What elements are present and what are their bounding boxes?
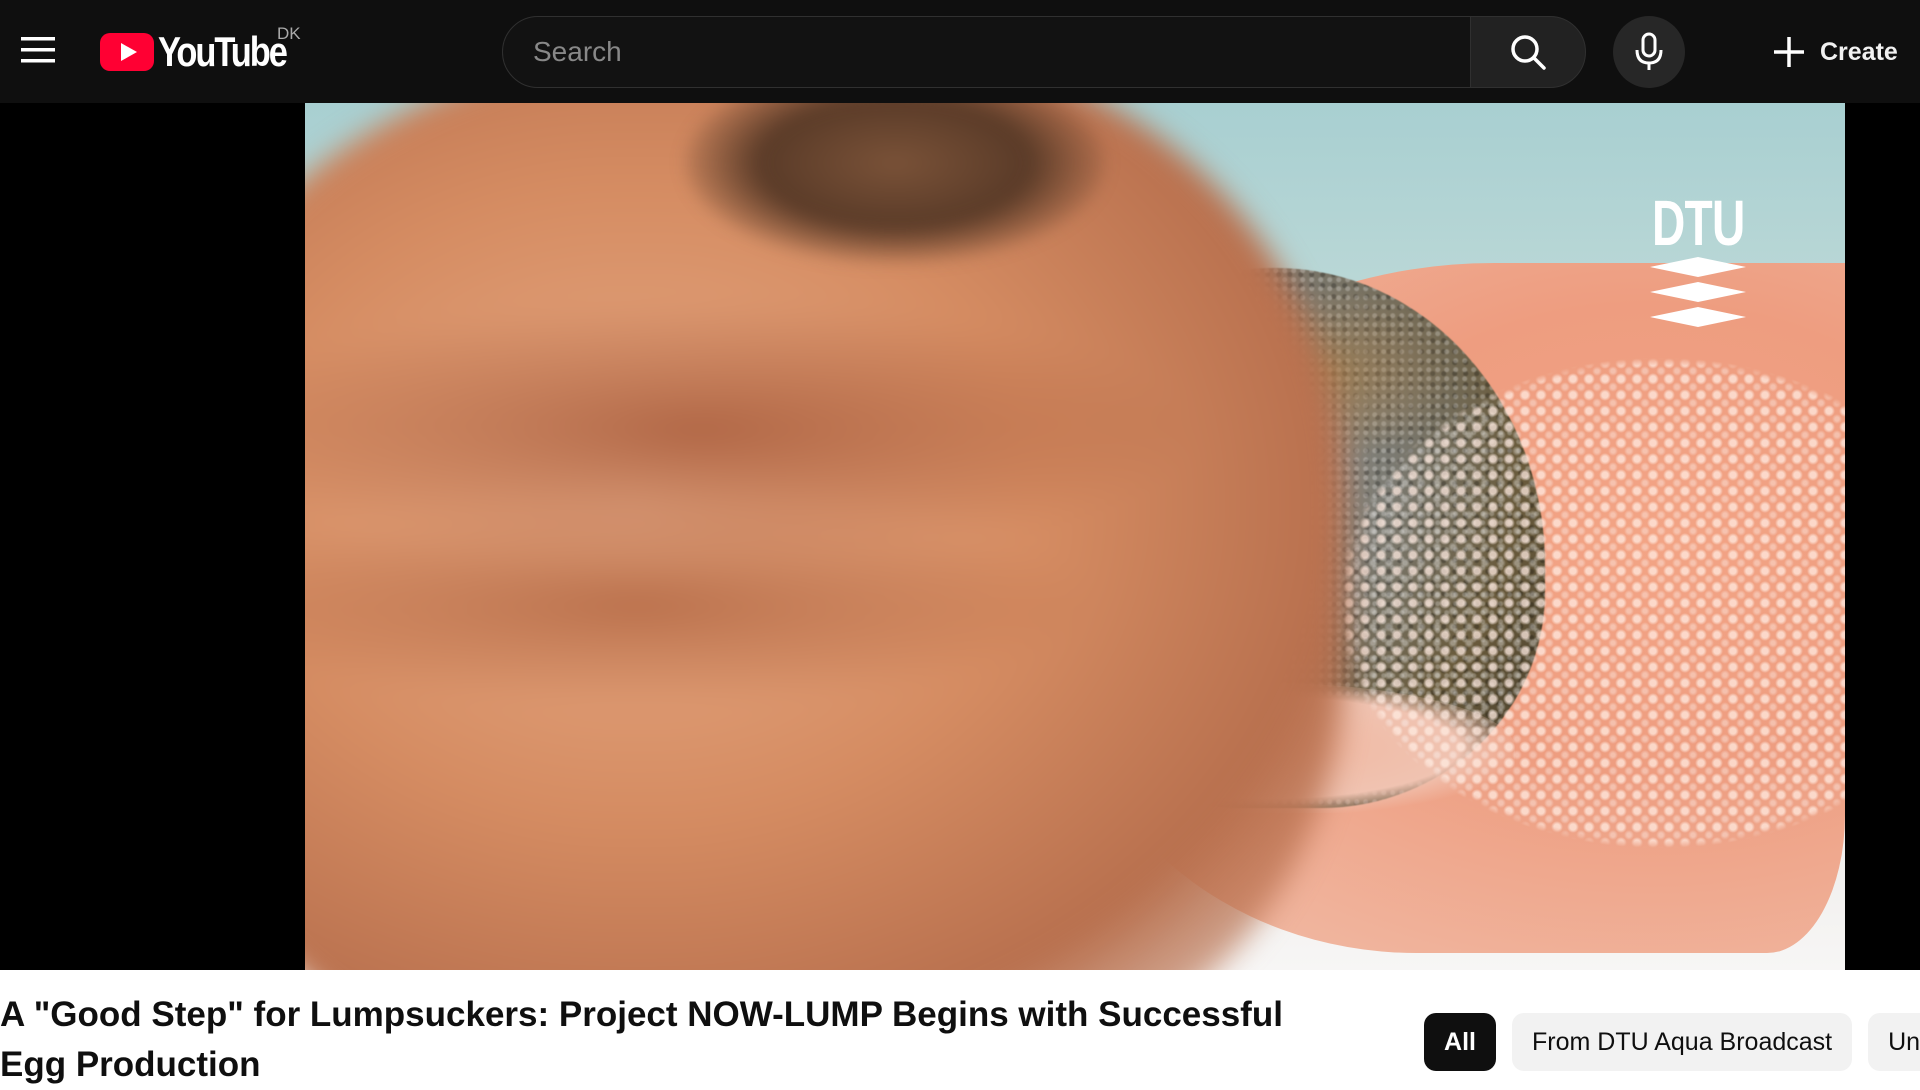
dtu-waves-icon — [1650, 257, 1746, 327]
guide-menu-button[interactable] — [14, 26, 62, 74]
mic-icon — [1635, 32, 1663, 70]
search-button[interactable] — [1470, 16, 1586, 88]
chip-unwatched[interactable]: Un — [1868, 1013, 1920, 1071]
country-code: DK — [277, 24, 301, 43]
search-input[interactable] — [531, 35, 1471, 69]
chip-all[interactable]: All — [1424, 1013, 1496, 1071]
search-icon — [1511, 35, 1546, 70]
create-button-label: Create — [1820, 37, 1898, 66]
related-filter-chips: All From DTU Aqua Broadcast Un — [1424, 1013, 1920, 1071]
video-frame[interactable]: DTU — [305, 103, 1845, 970]
plus-icon — [1772, 35, 1806, 69]
logo-wordmark: YouTube — [158, 28, 288, 75]
masthead: YouTube DK Create — [0, 0, 1920, 103]
search-box — [502, 16, 1472, 88]
voice-search-button[interactable] — [1613, 16, 1685, 88]
create-button[interactable]: Create — [1772, 26, 1898, 78]
dtu-watermark: DTU — [1643, 191, 1753, 329]
youtube-logo-icon — [100, 33, 154, 71]
menu-icon — [21, 37, 55, 63]
video-player[interactable]: DTU — [0, 103, 1920, 970]
dtu-watermark-text: DTU — [1651, 187, 1745, 259]
video-title: A "Good Step" for Lumpsuckers: Project N… — [0, 995, 1283, 1084]
chip-from-channel[interactable]: From DTU Aqua Broadcast — [1512, 1013, 1853, 1071]
